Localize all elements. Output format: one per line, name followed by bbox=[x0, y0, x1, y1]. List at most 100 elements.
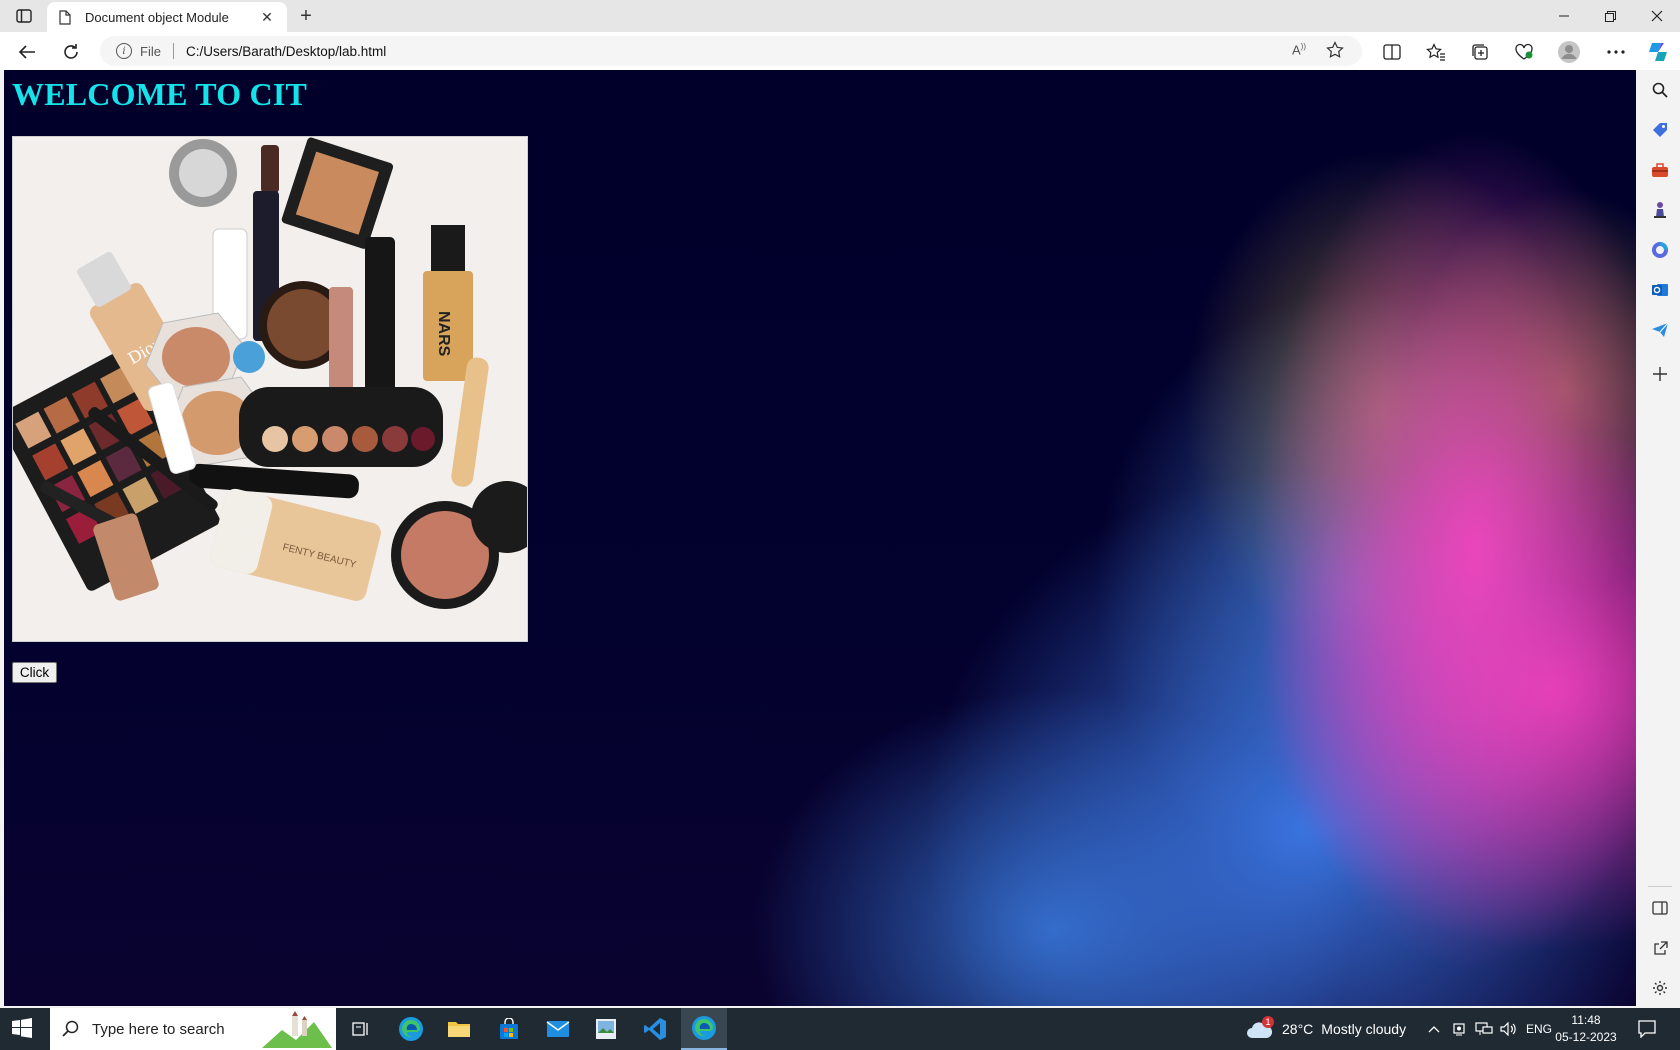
meet-now-button[interactable] bbox=[1452, 1008, 1466, 1050]
task-view-button[interactable] bbox=[338, 1008, 384, 1050]
tag-icon bbox=[1653, 123, 1667, 137]
tab-close-icon[interactable]: ✕ bbox=[259, 9, 275, 25]
chevron-up-icon bbox=[1428, 1026, 1440, 1033]
address-divider bbox=[172, 43, 174, 59]
image-viewer-icon bbox=[596, 1019, 616, 1039]
device-icon bbox=[1453, 1023, 1465, 1036]
weather-temperature: 28°C bbox=[1282, 1021, 1314, 1037]
start-button[interactable] bbox=[12, 1018, 32, 1043]
taskbar-mail-button[interactable] bbox=[535, 1008, 581, 1050]
outlook-icon bbox=[1652, 284, 1668, 296]
url-scheme-label: File bbox=[140, 43, 161, 59]
collections-button[interactable] bbox=[1467, 39, 1493, 65]
favorites-button[interactable] bbox=[1423, 39, 1449, 65]
windows-logo-icon bbox=[12, 1018, 32, 1038]
favorite-star-icon[interactable] bbox=[1326, 41, 1344, 64]
taskbar-edge-active-button[interactable] bbox=[681, 1008, 727, 1050]
sidebar-games-button[interactable] bbox=[1648, 198, 1672, 222]
tab-title: Document object Module bbox=[85, 9, 229, 25]
sidebar-outlook-button[interactable] bbox=[1648, 278, 1672, 302]
sidebar-hide-button[interactable] bbox=[1648, 896, 1672, 920]
clock-time: 11:48 bbox=[1571, 1013, 1601, 1027]
chess-piece-icon bbox=[1654, 202, 1666, 218]
read-aloud-icon[interactable]: A)) bbox=[1292, 42, 1306, 57]
taskbar-photos-button[interactable] bbox=[583, 1008, 629, 1050]
back-arrow-icon bbox=[18, 45, 35, 59]
paper-plane-icon bbox=[1652, 322, 1669, 337]
refresh-icon bbox=[64, 44, 78, 59]
sidebar-microsoft365-button[interactable] bbox=[1648, 238, 1672, 262]
split-screen-icon bbox=[1383, 44, 1401, 60]
copilot-button[interactable] bbox=[1645, 39, 1671, 65]
sidebar-search-button[interactable] bbox=[1648, 78, 1672, 102]
open-external-icon bbox=[1653, 940, 1668, 955]
gear-icon bbox=[1653, 981, 1667, 995]
notification-icon bbox=[1638, 1020, 1656, 1038]
vscode-icon bbox=[644, 1018, 666, 1040]
network-icon bbox=[1475, 1022, 1493, 1035]
restore-button[interactable] bbox=[1587, 0, 1633, 32]
show-hidden-icons-button[interactable] bbox=[1428, 1008, 1440, 1050]
settings-more-button[interactable] bbox=[1603, 39, 1629, 65]
tab-actions-icon bbox=[16, 9, 32, 23]
edge-icon bbox=[692, 1016, 716, 1040]
sidebar-divider bbox=[1648, 886, 1672, 887]
castle-illustration-icon bbox=[262, 1011, 332, 1048]
tab-strip: Document object Module ✕ + bbox=[0, 0, 1680, 32]
weather-alert-badge: 1 bbox=[1262, 1016, 1274, 1028]
volume-button[interactable] bbox=[1500, 1008, 1518, 1050]
sidebar-settings-button[interactable] bbox=[1648, 976, 1672, 1000]
speaker-icon bbox=[1500, 1022, 1516, 1036]
sidebar-panel-icon bbox=[1652, 901, 1668, 915]
sidebar-shopping-button[interactable] bbox=[1648, 118, 1672, 142]
weather-condition: Mostly cloudy bbox=[1321, 1021, 1407, 1037]
close-window-button[interactable] bbox=[1634, 0, 1680, 32]
sidebar-add-button[interactable] bbox=[1648, 362, 1672, 386]
notifications-button[interactable] bbox=[1638, 1008, 1656, 1050]
sidebar-tools-button[interactable] bbox=[1648, 158, 1672, 182]
svg-text:NARS: NARS bbox=[435, 311, 452, 357]
url-text[interactable]: C:/Users/Barath/Desktop/lab.html bbox=[186, 44, 386, 59]
windows-taskbar: Type here to search 1 28°C Mostly cloudy bbox=[0, 1008, 1680, 1050]
document-icon bbox=[59, 9, 75, 25]
taskbar-file-explorer-button[interactable] bbox=[436, 1008, 482, 1050]
edge-sidebar bbox=[1640, 70, 1680, 1006]
search-placeholder: Type here to search bbox=[92, 1020, 225, 1038]
back-button[interactable] bbox=[14, 39, 40, 65]
page-heading: WELCOME TO CIT bbox=[12, 76, 308, 112]
tab-actions-button[interactable] bbox=[12, 6, 36, 26]
browser-essentials-button[interactable] bbox=[1511, 39, 1537, 65]
split-screen-button[interactable] bbox=[1379, 39, 1405, 65]
click-button[interactable]: Click bbox=[12, 662, 57, 683]
folder-icon bbox=[448, 1022, 470, 1037]
store-bag-icon bbox=[500, 1018, 518, 1039]
profile-button[interactable] bbox=[1556, 39, 1582, 65]
weather-widget[interactable]: 1 28°C Mostly cloudy bbox=[1246, 1008, 1406, 1050]
toolbox-icon bbox=[1652, 163, 1668, 177]
minimize-icon bbox=[1559, 15, 1569, 17]
taskbar-edge-button[interactable] bbox=[388, 1008, 434, 1050]
minimize-button[interactable] bbox=[1541, 0, 1587, 32]
favorites-icon bbox=[1426, 43, 1445, 61]
taskbar-search[interactable]: Type here to search bbox=[50, 1008, 336, 1050]
clock-date: 05-12-2023 bbox=[1555, 1030, 1617, 1044]
sidebar-external-button[interactable] bbox=[1648, 936, 1672, 960]
taskbar-store-button[interactable] bbox=[486, 1008, 532, 1050]
edge-icon bbox=[399, 1017, 423, 1041]
taskbar-clock[interactable]: 11:48 05-12-2023 bbox=[1546, 1012, 1626, 1046]
cloud-icon: 1 bbox=[1246, 1016, 1274, 1040]
tab-active[interactable]: Document object Module ✕ bbox=[47, 2, 287, 32]
avatar-icon bbox=[1558, 41, 1580, 63]
mail-icon bbox=[546, 1021, 570, 1037]
task-view-icon bbox=[352, 1022, 368, 1036]
refresh-button[interactable] bbox=[58, 39, 84, 65]
address-bar[interactable]: i File C:/Users/Barath/Desktop/lab.html … bbox=[100, 36, 1362, 66]
taskbar-vscode-button[interactable] bbox=[632, 1008, 678, 1050]
network-button[interactable] bbox=[1475, 1008, 1493, 1050]
search-icon bbox=[1652, 82, 1668, 98]
restore-icon bbox=[1604, 10, 1616, 22]
plus-icon bbox=[1653, 367, 1667, 381]
new-tab-button[interactable]: + bbox=[295, 5, 317, 27]
site-info-icon[interactable]: i bbox=[116, 43, 132, 59]
sidebar-send-button[interactable] bbox=[1648, 318, 1672, 342]
